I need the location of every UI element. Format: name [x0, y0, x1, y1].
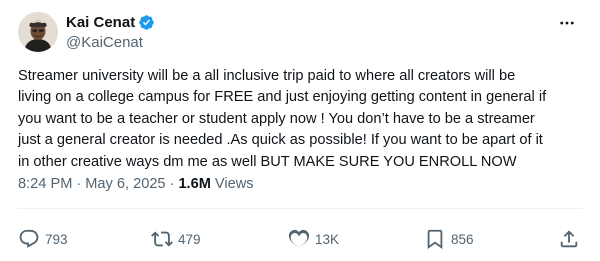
tweet-time[interactable]: 8:24 PM	[18, 176, 72, 192]
more-options-icon[interactable]	[556, 12, 578, 34]
tweet-text-line: Streamer university will be a all inclus…	[18, 68, 516, 84]
author-block: Kai Cenat @KaiCenat	[66, 12, 155, 51]
views-label: Views	[214, 176, 254, 192]
bookmark-button[interactable]: 856	[424, 227, 474, 251]
action-bar: 793 479 13K 856	[18, 227, 584, 253]
bookmark-count: 856	[451, 231, 474, 247]
views-count: 1.6M	[178, 176, 211, 192]
heart-icon	[288, 228, 310, 250]
like-count: 13K	[315, 231, 340, 247]
tweet-date[interactable]: May 6, 2025	[85, 176, 165, 192]
repost-count: 479	[178, 231, 201, 247]
verified-badge-icon	[138, 14, 155, 31]
share-upload-icon	[558, 228, 580, 250]
name-row: Kai Cenat	[66, 12, 155, 32]
tweet-meta: 8:24 PM · May 6, 2025 · 1.6M Views	[18, 176, 254, 192]
tweet-card: Kai Cenat @KaiCenat Streamer university …	[0, 0, 600, 261]
repost-button[interactable]: 479	[151, 227, 201, 251]
author-handle[interactable]: @KaiCenat	[66, 34, 155, 51]
tweet-text-line: in other creative ways dm me as well BUT…	[18, 153, 517, 170]
meta-separator: ·	[169, 176, 175, 192]
tweet-text: Streamer university will be a all inclus…	[18, 66, 590, 173]
meta-separator: ·	[76, 176, 82, 192]
reply-count: 793	[45, 231, 68, 247]
avatar[interactable]	[18, 12, 58, 52]
author-display-name[interactable]: Kai Cenat	[66, 14, 135, 31]
tweet-text-line: just a general creator is needed .As qui…	[18, 132, 543, 149]
tweet-text-line: living on a college campus for FREE and …	[18, 89, 547, 106]
like-button[interactable]: 13K	[288, 227, 339, 251]
repost-arrows-icon	[151, 228, 173, 250]
avatar-image	[18, 12, 58, 52]
reply-bubble-icon	[18, 228, 40, 250]
divider	[18, 208, 582, 209]
share-button[interactable]	[558, 227, 580, 251]
reply-button[interactable]: 793	[18, 227, 68, 251]
bookmark-icon	[424, 228, 446, 250]
tweet-text-line: you want to be a teacher or student appl…	[18, 110, 535, 127]
